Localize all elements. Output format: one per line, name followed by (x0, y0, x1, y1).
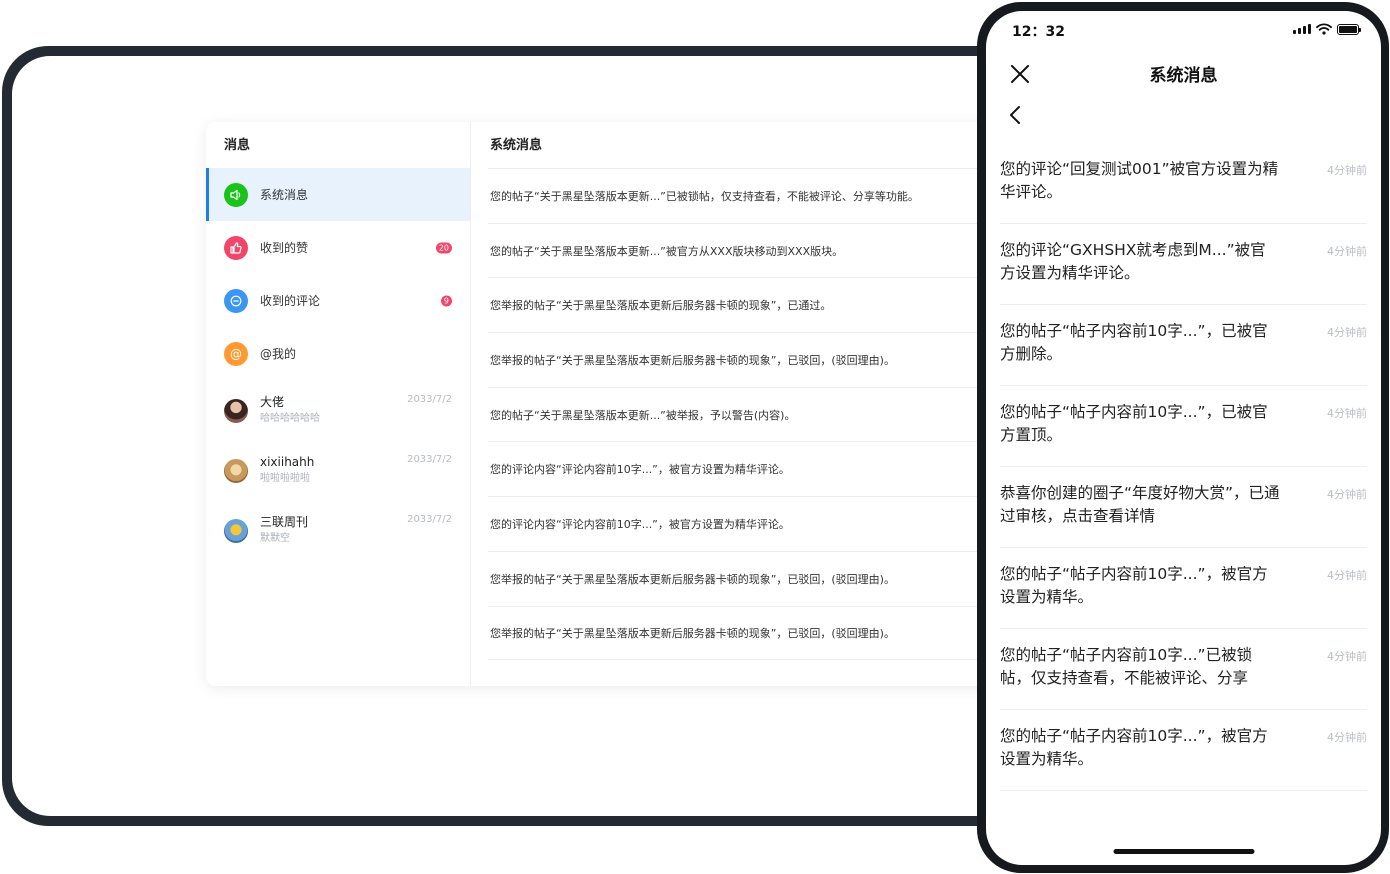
back-button[interactable] (1004, 103, 1028, 127)
message-time: 4分钟前 (1327, 245, 1367, 258)
contact-item[interactable]: 大佬 哈哈哈哈哈哈 2033/7/2 (206, 380, 470, 440)
messages-card: 消息 系统消息 收到的赞 20 收到的评论 9 @ @我的 大佬 哈哈哈哈哈哈 … (206, 122, 1042, 686)
contact-preview: 啦啦啦啦啦 (260, 472, 310, 484)
contact-date: 2033/7/2 (407, 394, 452, 405)
phone-frame: 12：32 系统消息 您的评论“回复测试001”被官方设置为精华评论。 4分钟前… (977, 2, 1389, 873)
contact-name: xixiihahh (260, 454, 315, 469)
status-time: 12：32 (1012, 24, 1065, 40)
panel-title: 系统消息 (490, 138, 543, 153)
list-item[interactable]: 您举报的帖子“关于黑星坠落版本更新后服务器卡顿的现象”，已驳回，(驳回理由)。 (488, 332, 1042, 387)
message-time: 4分钟前 (1327, 569, 1367, 582)
contact-preview: 默默空 (260, 532, 290, 544)
list-item[interactable]: 您的帖子“帖子内容前10字...”，被官方设置为精华。 4分钟前 (1000, 548, 1367, 629)
list-item[interactable]: 您的帖子“关于黑星坠落版本更新...”被举报，予以警告(内容)。 (488, 386, 1042, 442)
list-item[interactable]: 您的帖子“帖子内容前10字...”，已被官方置顶。 4分钟前 (1000, 386, 1367, 467)
battery-icon (1337, 23, 1361, 35)
avatar (224, 519, 248, 543)
tablet-frame: 消息 系统消息 收到的赞 20 收到的评论 9 @ @我的 大佬 哈哈哈哈哈哈 … (2, 46, 1052, 826)
list-item[interactable]: 您举报的帖子“关于黑星坠落版本更新后服务器卡顿的现象”，已驳回，(驳回理由)。 (488, 550, 1042, 606)
contact-preview: 哈哈哈哈哈哈 (260, 412, 320, 424)
message-time: 4分钟前 (1327, 164, 1367, 177)
chevron-left-icon (1010, 106, 1020, 124)
system-message-panel: 系统消息 您的帖子“关于黑星坠落版本更新...”已被锁帖，仅支持查看，不能被评论… (472, 122, 1042, 686)
message-text: 您的帖子“帖子内容前10字...”，已被官方删除。 (1000, 322, 1268, 363)
tablet-screen: 消息 系统消息 收到的赞 20 收到的评论 9 @ @我的 大佬 哈哈哈哈哈哈 … (12, 56, 1042, 816)
contact-date: 2033/7/2 (407, 454, 452, 465)
phone-nav-bar: 系统消息 (986, 55, 1381, 95)
contact-item[interactable]: xixiihahh 啦啦啦啦啦 2033/7/2 (206, 440, 470, 500)
message-time: 4分钟前 (1327, 407, 1367, 420)
unread-badge: 20 (435, 242, 452, 253)
list-item[interactable]: 您的评论内容“评论内容前10字...”，被官方设置为精华评论。 (488, 441, 1042, 496)
list-item[interactable]: 您的评论“GXHSHX就考虑到M...”被官方设置为精华评论。 4分钟前 (1000, 224, 1367, 305)
list-item[interactable]: 您的评论“回复测试001”被官方设置为精华评论。 4分钟前 (1000, 143, 1367, 224)
sidebar-item-label: 收到的评论 (260, 294, 321, 308)
message-text: 恭喜你创建的圈子“年度好物大赏”，已通过审核，点击查看详情 (1000, 484, 1280, 525)
status-icons (1293, 23, 1361, 35)
message-text: 您的帖子“帖子内容前10字...”，被官方设置为精华。 (1000, 565, 1268, 606)
system-message-list: 您的帖子“关于黑星坠落版本更新...”已被锁帖，仅支持查看，不能被评论、分享等功… (472, 168, 1042, 661)
message-sidebar: 消息 系统消息 收到的赞 20 收到的评论 9 @ @我的 大佬 哈哈哈哈哈哈 … (206, 122, 471, 686)
list-item[interactable]: 您的帖子“关于黑星坠落版本更新...”已被锁帖，仅支持查看，不能被评论、分享等功… (488, 168, 1042, 223)
sidebar-item-likes[interactable]: 收到的赞 20 (206, 221, 470, 274)
list-item[interactable]: 您的帖子“帖子内容前10字...”已被锁帖，仅支持查看，不能被评论、分享 4分钟… (1000, 629, 1367, 710)
avatar (224, 459, 248, 483)
contact-date: 2033/7/2 (407, 514, 452, 525)
list-item[interactable]: 您举报的帖子“关于黑星坠落版本更新后服务器卡顿的现象”，已驳回，(驳回理由)。 (488, 605, 1042, 661)
contact-text: 大佬 哈哈哈哈哈哈 (260, 394, 320, 427)
message-text: 您的评论“回复测试001”被官方设置为精华评论。 (1000, 160, 1279, 201)
wifi-icon (1316, 23, 1332, 35)
home-indicator (1113, 849, 1254, 854)
message-text: 您的帖子“帖子内容前10字...”，已被官方置顶。 (1000, 403, 1268, 444)
list-item[interactable]: 您的帖子“关于黑星坠落版本更新...”被官方从XXX版块移动到XXX版块。 (488, 222, 1042, 278)
list-item[interactable]: 您举报的帖子“关于黑星坠落版本更新后服务器卡顿的现象”，已通过。 (488, 277, 1042, 332)
message-time: 4分钟前 (1327, 326, 1367, 339)
sidebar-item-mentions[interactable]: @ @我的 (206, 327, 470, 380)
page-title: 系统消息 (1149, 66, 1218, 86)
signal-icon (1293, 24, 1311, 34)
message-time: 4分钟前 (1327, 488, 1367, 501)
list-item[interactable]: 您的帖子“帖子内容前10字...”，被官方设置为精华。 4分钟前 (1000, 710, 1367, 791)
status-bar: 12：32 (986, 11, 1381, 51)
message-text: 您的帖子“帖子内容前10字...”，被官方设置为精华。 (1000, 727, 1268, 768)
message-text: 您的评论“GXHSHX就考虑到M...”被官方设置为精华评论。 (1000, 241, 1266, 282)
sidebar-item-system-messages[interactable]: 系统消息 (206, 168, 470, 221)
unread-badge: 9 (440, 295, 452, 306)
comment-icon (224, 288, 248, 313)
phone-screen: 12：32 系统消息 您的评论“回复测试001”被官方设置为精华评论。 4分钟前… (986, 11, 1381, 865)
sidebar-item-comments[interactable]: 收到的评论 9 (206, 274, 470, 327)
sidebar-item-label: 系统消息 (260, 188, 309, 202)
contact-text: xixiihahh 啦啦啦啦啦 (260, 454, 314, 487)
list-item[interactable]: 您的评论内容“评论内容前10字...”，被官方设置为精华评论。 (488, 496, 1042, 551)
sidebar-item-label: @我的 (260, 347, 297, 361)
contact-item[interactable]: 三联周刊 默默空 2033/7/2 (206, 500, 470, 560)
thumbs-up-icon (224, 235, 248, 260)
speaker-icon (224, 182, 248, 207)
contact-name: 大佬 (260, 394, 285, 409)
at-icon: @ (224, 341, 248, 366)
list-item[interactable]: 恭喜你创建的圈子“年度好物大赏”，已通过审核，点击查看详情 4分钟前 (1000, 467, 1367, 548)
contact-text: 三联周刊 默默空 (260, 514, 308, 547)
contact-name: 三联周刊 (260, 514, 309, 529)
message-time: 4分钟前 (1327, 650, 1367, 663)
message-text: 您的帖子“帖子内容前10字...”已被锁帖，仅支持查看，不能被评论、分享 (1000, 646, 1253, 687)
sidebar-title: 消息 (224, 138, 251, 153)
sidebar-item-label: 收到的赞 (260, 241, 309, 255)
phone-message-list: 您的评论“回复测试001”被官方设置为精华评论。 4分钟前 您的评论“GXHSH… (1000, 143, 1367, 791)
list-item[interactable]: 您的帖子“帖子内容前10字...”，已被官方删除。 4分钟前 (1000, 305, 1367, 386)
avatar (224, 399, 248, 423)
message-time: 4分钟前 (1327, 731, 1367, 744)
